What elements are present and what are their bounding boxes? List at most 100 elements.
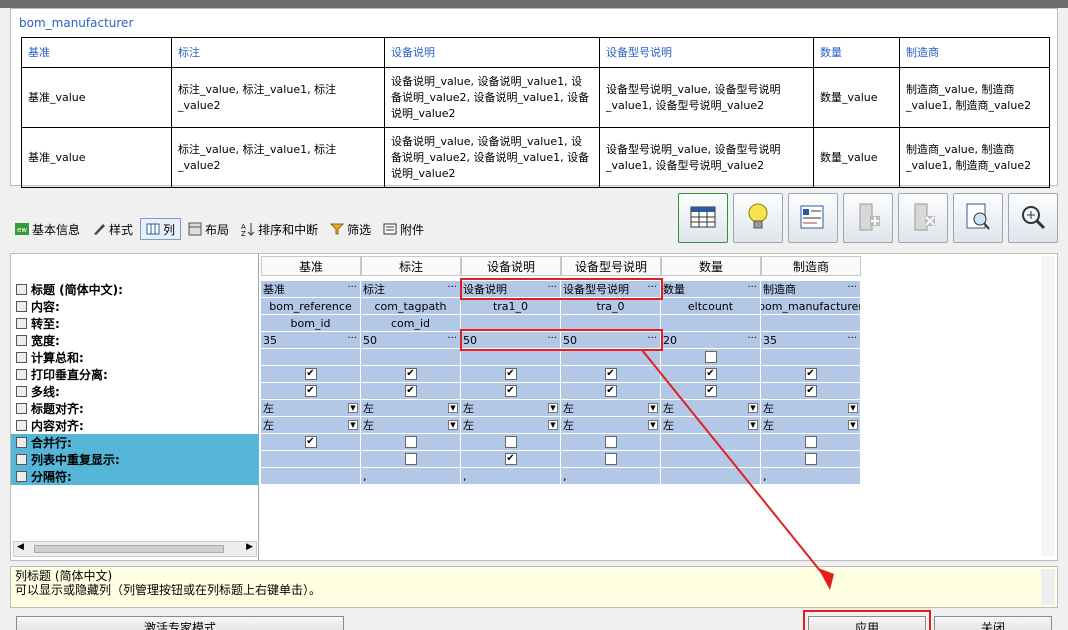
tab-layout[interactable]: 布局 — [183, 218, 234, 240]
checkbox[interactable]: ✔ — [404, 385, 417, 397]
dropdown-arrow-icon[interactable]: ▼ — [348, 420, 358, 430]
grid-cell-goto[interactable] — [761, 315, 861, 332]
grid-cell-merge[interactable] — [761, 434, 861, 451]
grid-cell-content-align[interactable]: 左 ▼ — [361, 417, 461, 434]
dropdown-arrow-icon[interactable]: ▼ — [748, 420, 758, 430]
grid-cell-vsep[interactable]: ✔ — [661, 366, 761, 383]
grid-cell-merge[interactable] — [661, 434, 761, 451]
tab-sort[interactable]: AZ 排序和中断 — [236, 218, 323, 240]
checkbox[interactable]: ✔ — [604, 385, 617, 397]
ellipsis-icon[interactable]: ··· — [847, 333, 857, 344]
grid-cell-content-align[interactable]: 左 ▼ — [661, 417, 761, 434]
dropdown-arrow-icon[interactable]: ▼ — [448, 420, 458, 430]
checkbox[interactable]: ✔ — [304, 385, 317, 397]
close-button[interactable]: 关闭 — [934, 616, 1052, 630]
checkbox[interactable] — [604, 453, 617, 465]
grid-cell-sep[interactable] — [661, 468, 761, 485]
column-header[interactable]: 设备说明 — [461, 256, 561, 276]
grid-cell-sum[interactable] — [761, 349, 861, 366]
dropdown-arrow-icon[interactable]: ▼ — [848, 420, 858, 430]
checkbox[interactable]: ✔ — [804, 368, 817, 380]
grid-cell-repeat[interactable] — [261, 451, 361, 468]
ellipsis-icon[interactable]: ··· — [847, 282, 857, 293]
checkbox[interactable]: ✔ — [304, 436, 317, 448]
checkbox[interactable]: ✔ — [504, 368, 517, 380]
tab-attachment[interactable]: 附件 — [378, 218, 429, 240]
grid-cell-sum[interactable] — [261, 349, 361, 366]
checkbox[interactable]: ✔ — [304, 368, 317, 380]
grid-cell-vsep[interactable]: ✔ — [361, 366, 461, 383]
grid-cell-sum[interactable] — [661, 349, 761, 366]
tab-style[interactable]: 样式 — [87, 218, 138, 240]
tab-filter[interactable]: 筛选 — [325, 218, 376, 240]
grid-cell-repeat[interactable] — [361, 451, 461, 468]
vertical-scrollbar[interactable] — [1041, 256, 1055, 556]
grid-cell-width[interactable]: 20 ··· — [661, 332, 761, 349]
grid-cell-vsep[interactable]: ✔ — [461, 366, 561, 383]
grid-cell-title[interactable]: 制造商 ··· — [761, 281, 861, 298]
grid-cell-title[interactable]: 基准 ··· — [261, 281, 361, 298]
grid-cell-sep[interactable]: , — [761, 468, 861, 485]
grid-cell-multiline[interactable]: ✔ — [461, 383, 561, 400]
grid-cell-title-align[interactable]: 左 ▼ — [261, 400, 361, 417]
grid-cell-content[interactable]: bom_manufacturer — [761, 298, 861, 315]
scroll-right-icon[interactable]: ▶ — [246, 542, 253, 552]
grid-cell-merge[interactable] — [461, 434, 561, 451]
grid-cell-multiline[interactable]: ✔ — [761, 383, 861, 400]
table-button[interactable] — [678, 193, 728, 243]
grid-cell-width[interactable]: 50 ··· — [361, 332, 461, 349]
ellipsis-icon[interactable]: ··· — [347, 333, 357, 344]
checkbox[interactable]: ✔ — [604, 368, 617, 380]
lightbulb-button[interactable] — [733, 193, 783, 243]
checkbox[interactable] — [804, 453, 817, 465]
grid-cell-title-align[interactable]: 左 ▼ — [361, 400, 461, 417]
checkbox[interactable] — [404, 453, 417, 465]
grid-cell-repeat[interactable] — [561, 451, 661, 468]
dropdown-arrow-icon[interactable]: ▼ — [648, 403, 658, 413]
grid-cell-content[interactable]: tra1_0 — [461, 298, 561, 315]
grid-cell-repeat[interactable]: ✔ — [461, 451, 561, 468]
checkbox[interactable]: ✔ — [704, 385, 717, 397]
grid-cell-sep[interactable]: , — [461, 468, 561, 485]
checkbox[interactable]: ✔ — [704, 368, 717, 380]
grid-cell-multiline[interactable]: ✔ — [361, 383, 461, 400]
checkbox[interactable] — [804, 436, 817, 448]
grid-cell-content[interactable]: bom_reference — [261, 298, 361, 315]
horizontal-scrollbar[interactable]: ◀ ▶ — [13, 541, 257, 557]
ellipsis-icon[interactable]: ··· — [747, 282, 757, 293]
grid-cell-sum[interactable] — [461, 349, 561, 366]
grid-cell-sep[interactable]: , — [561, 468, 661, 485]
delete-column-button[interactable] — [898, 193, 948, 243]
dropdown-arrow-icon[interactable]: ▼ — [848, 403, 858, 413]
dropdown-arrow-icon[interactable]: ▼ — [648, 420, 658, 430]
grid-cell-sum[interactable] — [561, 349, 661, 366]
ellipsis-icon[interactable]: ··· — [447, 282, 457, 293]
checkbox[interactable]: ✔ — [804, 385, 817, 397]
grid-cell-width[interactable]: 35 ··· — [761, 332, 861, 349]
grid-cell-goto[interactable]: bom_id — [261, 315, 361, 332]
checkbox[interactable] — [604, 436, 617, 448]
scroll-left-icon[interactable]: ◀ — [17, 542, 24, 552]
grid-cell-title-align[interactable]: 左 ▼ — [561, 400, 661, 417]
grid-cell-content-align[interactable]: 左 ▼ — [261, 417, 361, 434]
checkbox[interactable]: ✔ — [404, 368, 417, 380]
dropdown-arrow-icon[interactable]: ▼ — [548, 403, 558, 413]
grid-cell-multiline[interactable]: ✔ — [661, 383, 761, 400]
grid-cell-content-align[interactable]: 左 ▼ — [761, 417, 861, 434]
grid-cell-multiline[interactable]: ✔ — [561, 383, 661, 400]
grid-cell-goto[interactable]: com_id — [361, 315, 461, 332]
grid-cell-title[interactable]: 数量 ··· — [661, 281, 761, 298]
grid-cell-sum[interactable] — [361, 349, 461, 366]
scrollbar-thumb[interactable] — [34, 545, 224, 553]
grid-cell-content[interactable]: com_tagpath — [361, 298, 461, 315]
grid-cell-width[interactable]: 35 ··· — [261, 332, 361, 349]
grid-cell-merge[interactable] — [561, 434, 661, 451]
grid-cell-sep[interactable] — [261, 468, 361, 485]
grid-cell-merge[interactable]: ✔ — [261, 434, 361, 451]
ellipsis-icon[interactable]: ··· — [347, 282, 357, 293]
add-column-button[interactable] — [843, 193, 893, 243]
column-header[interactable]: 数量 — [661, 256, 761, 276]
properties-button[interactable] — [788, 193, 838, 243]
dropdown-arrow-icon[interactable]: ▼ — [448, 403, 458, 413]
grid-cell-title-align[interactable]: 左 ▼ — [761, 400, 861, 417]
